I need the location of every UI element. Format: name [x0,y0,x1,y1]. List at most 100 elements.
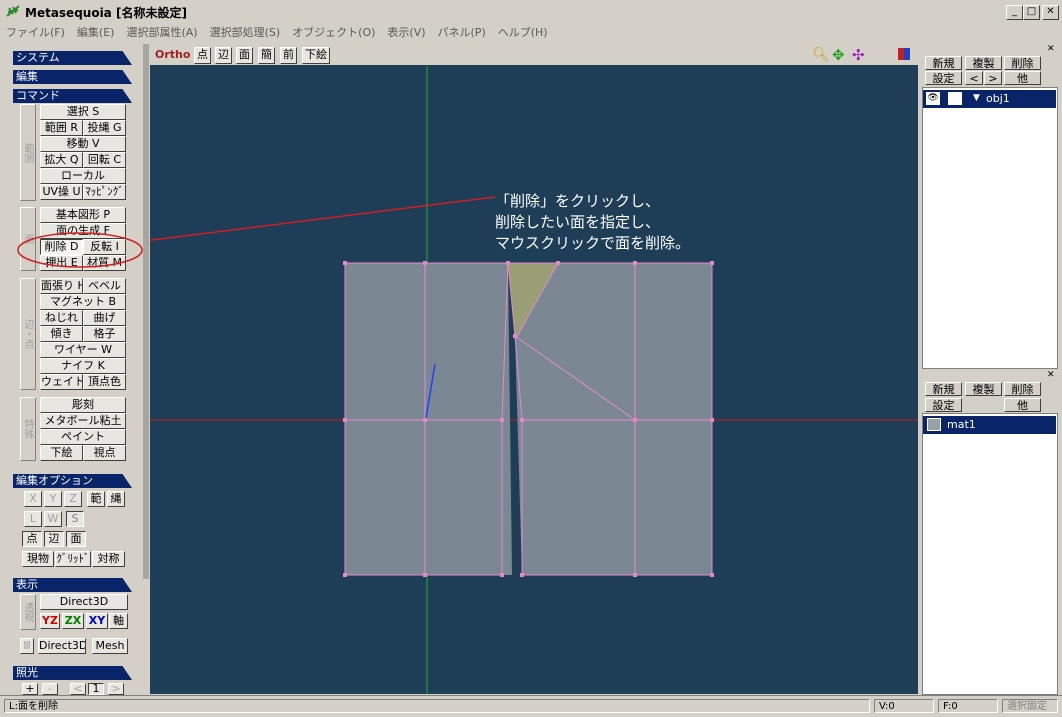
menu-view[interactable]: 表示(V) [381,22,431,42]
menu-panel[interactable]: パネル(P) [432,22,492,42]
range-button[interactable]: 範囲 R [40,120,83,136]
matpanel-close-icon[interactable]: ✕ [1047,370,1055,380]
mesh-canvas[interactable] [150,44,918,694]
status-selection-lock[interactable]: 選択固定 [1002,699,1058,713]
eye-icon[interactable]: 👁︎ [926,92,940,105]
mapping-button[interactable]: ﾏｯﾋﾟﾝｸﾞ [83,184,126,200]
obj-prev-button[interactable]: < [965,71,983,85]
mat-other-button[interactable]: 他 [1004,398,1041,412]
mat-delete-button[interactable]: 削除 [1004,382,1041,396]
menu-file[interactable]: ファイル(F) [0,22,71,42]
obj-other-button[interactable]: 他 [1004,71,1041,85]
menu-selproc[interactable]: 選択部処理(S) [204,22,287,42]
mat-new-button[interactable]: 新規 [925,382,962,396]
opt-edge-button[interactable]: 辺 [44,531,64,547]
lasso-button[interactable]: 投縄 G [83,120,126,136]
opt-z-button[interactable]: Z [64,491,82,507]
view-layout-icon[interactable] [898,48,910,60]
lattice-button[interactable]: 格子 [83,326,126,342]
light-remove-button[interactable]: - [42,683,58,695]
direct3d-toggle-button[interactable]: Direct3D [38,638,86,654]
opt-w-button[interactable]: W [44,511,62,527]
bend-button[interactable]: 曲げ [83,310,126,326]
mat-dup-button[interactable]: 複製 [965,382,1002,396]
weight-button[interactable]: ウェイト [40,374,83,390]
menu-object[interactable]: オブジェクト(O) [286,22,381,42]
opt-x-button[interactable]: X [24,491,42,507]
section-edit[interactable]: 編集 [13,70,132,84]
magnet-button[interactable]: マグネット B [40,294,126,310]
opt-current-button[interactable]: 現物 [22,551,54,567]
opt-y-button[interactable]: Y [44,491,62,507]
tb-front-button[interactable]: 前 [280,47,297,64]
knife-button[interactable]: ナイフ K [40,358,126,374]
tb-underlay-button[interactable]: 下絵 [302,47,330,64]
view-xy-button[interactable]: XY [86,613,108,629]
obj-settings-button[interactable]: 設定 [925,71,962,85]
maximize-button[interactable]: □ [1023,5,1040,20]
axis-button[interactable]: 軸 [109,613,128,629]
obj-next-button[interactable]: > [984,71,1002,85]
close-button[interactable]: ✕ [1042,5,1059,20]
section-display[interactable]: 表示 [13,578,132,592]
move-button[interactable]: 移動 V [40,136,126,152]
direct3d-button[interactable]: Direct3D [40,594,128,610]
metaball-button[interactable]: メタボール粘土 [40,413,126,429]
tb-point-button[interactable]: 点 [194,47,211,64]
paint-button[interactable]: ペイント [40,429,126,445]
mat-settings-button[interactable]: 設定 [925,398,962,412]
menu-selattr[interactable]: 選択部属性(A) [120,22,203,42]
mesh-button[interactable]: Mesh [92,638,128,654]
select-button[interactable]: 選択 S [40,104,126,120]
tb-edge-button[interactable]: 辺 [215,47,232,64]
layout-icon[interactable]: Ⅲ [20,638,34,654]
underlay-button[interactable]: 下絵 [40,445,83,461]
section-system[interactable]: システム [13,51,132,65]
sculpt-button[interactable]: 彫刻 [40,397,126,413]
obj-delete-button[interactable]: 削除 [1004,56,1041,70]
section-lighting[interactable]: 照光 [13,666,132,680]
light-add-button[interactable]: + [22,683,38,695]
viewpoint-button[interactable]: 視点 [83,445,126,461]
projection-mode[interactable]: Ortho [155,48,190,61]
left-panel-scrollbar[interactable] [143,44,149,579]
lock-toggle[interactable] [948,92,962,105]
objpanel-close-icon[interactable]: ✕ [1047,44,1055,54]
expand-icon[interactable]: ▼ [973,93,980,103]
opt-point-button[interactable]: 点 [22,531,42,547]
rotate-button[interactable]: 回転 C [83,152,126,168]
face-fill-button[interactable]: 面張り H [40,278,83,294]
opt-lasso-button[interactable]: 縄 [107,491,125,507]
local-button[interactable]: ローカル [40,168,126,184]
tilt-button[interactable]: 傾き [40,326,83,342]
tb-face-button[interactable]: 面 [236,47,253,64]
wire-button[interactable]: ワイヤー W [40,342,126,358]
light-next-button[interactable]: > [108,683,124,695]
material-row[interactable]: mat1 [923,416,1056,434]
scale-button[interactable]: 拡大 Q [40,152,83,168]
object-row[interactable]: 👁︎ ▼ obj1 [923,90,1056,108]
tb-simple-button[interactable]: 簡 [258,47,275,64]
light-prev-button[interactable]: < [70,683,86,695]
obj-new-button[interactable]: 新規 [925,56,962,70]
menu-edit[interactable]: 編集(E) [71,22,121,42]
minimize-button[interactable]: _ [1006,5,1023,20]
vertex-color-button[interactable]: 頂点色 [83,374,126,390]
uv-button[interactable]: UV操 U [40,184,83,200]
viewport[interactable]: 「削除」をクリックし、 削除したい面を指定し、 マウスクリックで面を削除。 [150,44,918,694]
bevel-button[interactable]: ベベル [83,278,126,294]
section-edit-options[interactable]: 編集オプション [13,474,132,488]
opt-symmetry-button[interactable]: 対称 [92,551,125,567]
menu-help[interactable]: ヘルプ(H) [492,22,554,42]
opt-face-button[interactable]: 面 [66,531,86,547]
pan-icon[interactable]: ✥ [832,46,845,64]
opt-range-button[interactable]: 範 [87,491,105,507]
twist-button[interactable]: ねじれ [40,310,83,326]
opt-l-button[interactable]: L [24,511,42,527]
opt-s-button[interactable]: S [66,511,84,527]
zoom-icon[interactable]: 🔍︎ [812,47,830,63]
view-yz-button[interactable]: YZ [40,613,60,629]
rotate-view-icon[interactable]: ✣ [852,46,865,64]
opt-grid-button[interactable]: ｸﾞﾘｯﾄﾞ [55,551,91,567]
basic-shape-button[interactable]: 基本図形 P [40,207,126,223]
